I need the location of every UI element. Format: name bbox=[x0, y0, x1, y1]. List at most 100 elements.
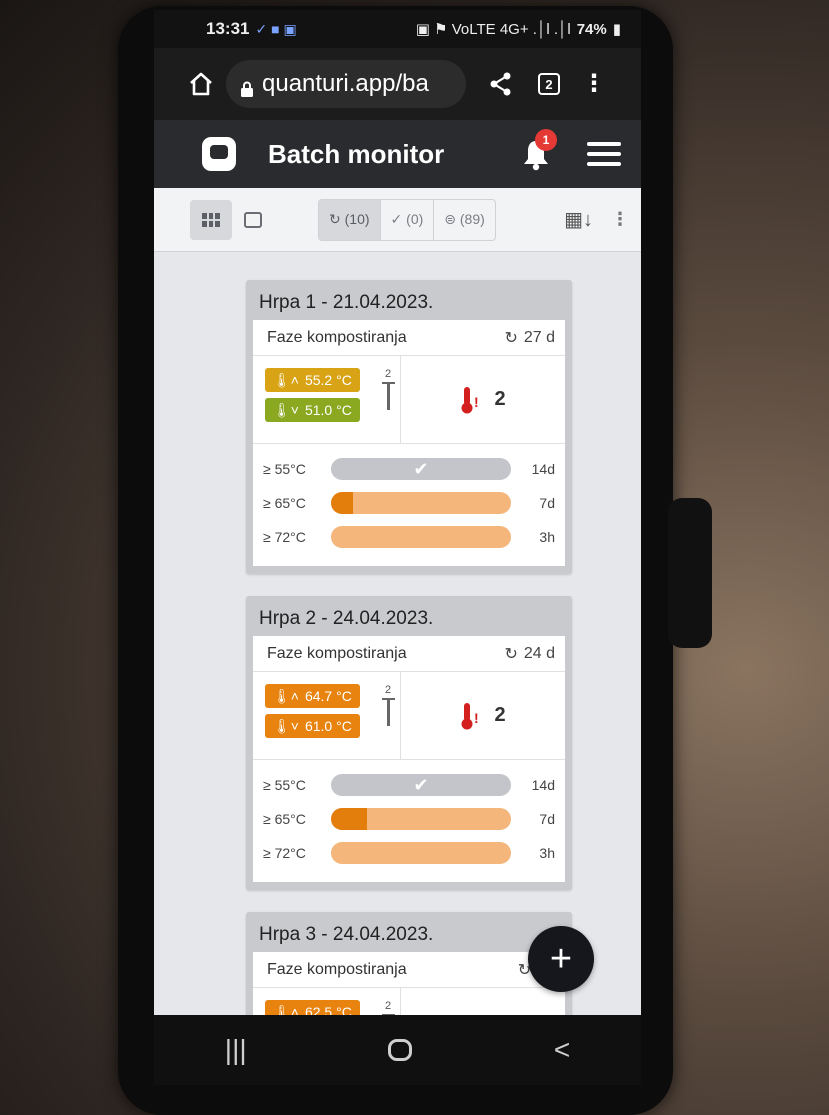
threshold-row: ≥ 65°C 7d bbox=[263, 486, 555, 520]
probe-icon bbox=[381, 382, 395, 410]
phase-days: ↻ 24 d bbox=[504, 644, 555, 664]
batch-card-body: Faze kompostiranja ↻ 27 d 🌡˄ 55.2 °C 🌡˅ 51.0 °… bbox=[253, 320, 565, 566]
threshold-label: ≥ 65°C bbox=[263, 495, 306, 511]
probe-indicator: 2 bbox=[381, 684, 395, 726]
map-view-button[interactable] bbox=[232, 200, 274, 240]
thermometer-down-icon: 🌡˅ bbox=[273, 401, 299, 418]
threshold-progress-bar: ✔ bbox=[331, 458, 511, 480]
threshold-progress-bar bbox=[331, 526, 511, 548]
grid-view-button[interactable] bbox=[190, 199, 232, 240]
temperature-badges: 🌡˄ 62.5 °C 2 bbox=[253, 988, 401, 1015]
threshold-duration: 7d bbox=[539, 495, 555, 511]
filter-completed[interactable]: ✓ (0) bbox=[381, 199, 435, 240]
calendar-sort-icon[interactable]: ▦↓ bbox=[564, 207, 593, 232]
threshold-progress-fill bbox=[331, 492, 353, 514]
svg-text:!: ! bbox=[474, 710, 479, 726]
temp-min-badge: 🌡˅ 61.0 °C bbox=[265, 714, 360, 738]
batch-card-body: Faze kompostiranja ↻ 24 d 🌡˄ 64.7 °C 🌡˅ 61.0 °… bbox=[253, 636, 565, 882]
status-time: 13:31 bbox=[206, 19, 250, 38]
threshold-list: ≥ 55°C ✔ 14d ≥ 65°C 7d ≥ 72°C 3h bbox=[253, 444, 565, 566]
tabs-count-button[interactable]: 2 bbox=[538, 73, 560, 95]
status-left-icons: ✓ ■ ▣ bbox=[255, 20, 297, 37]
toolbar-menu-icon[interactable]: ⋮ bbox=[611, 209, 629, 230]
share-icon[interactable] bbox=[488, 71, 514, 97]
phone-screen: 13:31 ✓ ■ ▣ ▣ ⚑ VoLTE 4G+ .│l .│l 74% ▮ … bbox=[154, 10, 641, 1015]
batch-title: Hrpa 1 - 21.04.2023. bbox=[259, 292, 434, 313]
check-icon: ✔ bbox=[413, 458, 429, 479]
phase-days-value: 24 d bbox=[523, 644, 555, 662]
check-icon: ✔ bbox=[413, 774, 429, 795]
map-icon bbox=[244, 211, 262, 228]
quanturi-logo-icon bbox=[202, 137, 236, 171]
temperature-alert-icon: ! bbox=[460, 701, 484, 731]
status-bar: 13:31 ✓ ■ ▣ ▣ ⚑ VoLTE 4G+ .│l .│l 74% ▮ bbox=[154, 10, 641, 48]
phase-label: Faze kompostiranja bbox=[267, 960, 407, 978]
url-bar[interactable]: quanturi.app/ba bbox=[226, 60, 466, 108]
batch-card[interactable]: Hrpa 3 - 24.04.2023. Faze kompostiranja↻2… bbox=[246, 912, 572, 1015]
temperature-row: 🌡˄ 62.5 °C 2 !1 bbox=[253, 988, 565, 1015]
batch-title: Hrpa 2 - 24.04.2023. bbox=[259, 608, 434, 629]
probe-count: 2 bbox=[384, 368, 392, 380]
threshold-list: ≥ 55°C ✔ 14d ≥ 65°C 7d ≥ 72°C 3h bbox=[253, 760, 565, 882]
status-filter-group: ↻ (10) ✓ (0) ⊜ (89) bbox=[318, 198, 496, 241]
threshold-row: ≥ 55°C ✔ 14d bbox=[263, 452, 555, 486]
view-toolbar: ↻ (10) ✓ (0) ⊜ (89) ▦↓ ⋮ bbox=[154, 188, 641, 252]
notification-bell-icon[interactable]: 1 bbox=[521, 129, 557, 171]
alert-indicator[interactable]: ! 2 bbox=[401, 356, 565, 443]
alert-indicator[interactable]: !1 bbox=[401, 988, 565, 1015]
add-batch-button[interactable]: + bbox=[528, 926, 594, 992]
phase-label: Faze kompostiranja bbox=[267, 328, 407, 346]
threshold-label: ≥ 55°C bbox=[263, 461, 306, 477]
url-text: quanturi.app/ba bbox=[262, 70, 429, 97]
temp-max-badge: 🌡˄ 64.7 °C bbox=[265, 684, 360, 708]
browser-menu-icon[interactable]: ⋮ bbox=[582, 72, 606, 96]
temp-max-badge: 🌡˄ 55.2 °C bbox=[265, 368, 360, 392]
temp-min-value: 61.0 °C bbox=[304, 718, 352, 734]
app-title: Batch monitor bbox=[268, 138, 445, 169]
alert-count: 2 bbox=[494, 704, 506, 726]
batch-card-body: Faze kompostiranja↻24 🌡˄ 62.5 °C 2 !1 bbox=[253, 952, 565, 1015]
probe-indicator: 2 bbox=[381, 1000, 395, 1015]
back-button[interactable]: < bbox=[554, 1034, 570, 1066]
cycle-icon: ↻ bbox=[504, 645, 518, 663]
probe-count: 2 bbox=[384, 1000, 392, 1012]
threshold-duration: 14d bbox=[531, 777, 555, 793]
nav-home-button[interactable] bbox=[388, 1039, 413, 1061]
battery-level: 74% bbox=[576, 20, 607, 38]
home-icon[interactable] bbox=[188, 71, 214, 97]
phase-row: Faze kompostiranja ↻ 27 d bbox=[253, 320, 565, 356]
threshold-duration: 3h bbox=[539, 529, 555, 545]
thermometer-up-icon: 🌡˄ bbox=[273, 1003, 299, 1016]
threshold-duration: 14d bbox=[531, 461, 555, 477]
temperature-row: 🌡˄ 55.2 °C 🌡˅ 51.0 °C 2! 2 bbox=[253, 356, 565, 444]
probe-count: 2 bbox=[384, 684, 392, 696]
threshold-label: ≥ 72°C bbox=[263, 845, 306, 861]
threshold-label: ≥ 72°C bbox=[263, 529, 306, 545]
threshold-row: ≥ 55°C ✔ 14d bbox=[263, 768, 555, 802]
alert-indicator[interactable]: ! 2 bbox=[401, 672, 565, 759]
recents-button[interactable]: ||| bbox=[225, 1034, 247, 1066]
thermometer-down-icon: 🌡˅ bbox=[273, 717, 299, 734]
android-nav-bar: ||| < bbox=[154, 1015, 641, 1085]
batch-list: Hrpa 1 - 21.04.2023. Faze kompostiranja ↻ 2… bbox=[154, 252, 641, 1015]
threshold-duration: 7d bbox=[539, 811, 555, 827]
threshold-row: ≥ 65°C 7d bbox=[263, 802, 555, 836]
filter-active[interactable]: ↻ (10) bbox=[319, 199, 381, 240]
batch-card[interactable]: Hrpa 2 - 24.04.2023. Faze kompostiranja ↻ 2… bbox=[246, 596, 572, 890]
notification-count-badge: 1 bbox=[535, 129, 557, 151]
status-right: ▣ ⚑ VoLTE 4G+ .│l .│l 74% ▮ bbox=[415, 20, 621, 39]
app-header: Batch monitor 1 bbox=[154, 120, 641, 188]
probe-icon bbox=[381, 698, 395, 726]
threshold-row: ≥ 72°C 3h bbox=[263, 836, 555, 870]
temp-max-badge: 🌡˄ 62.5 °C bbox=[265, 1000, 360, 1015]
temp-max-value: 62.5 °C bbox=[304, 1004, 352, 1015]
batch-card[interactable]: Hrpa 1 - 21.04.2023. Faze kompostiranja ↻ 2… bbox=[246, 280, 572, 574]
lock-icon bbox=[240, 76, 254, 97]
status-right-icons: ▣ ⚑ VoLTE 4G+ .│l .│l bbox=[415, 21, 571, 38]
phase-row: Faze kompostiranja↻24 bbox=[253, 952, 565, 988]
temp-max-value: 64.7 °C bbox=[304, 688, 352, 704]
hamburger-menu-icon[interactable] bbox=[587, 142, 621, 166]
probe-indicator: 2 bbox=[381, 368, 395, 410]
temperature-badges: 🌡˄ 55.2 °C 🌡˅ 51.0 °C 2 bbox=[253, 356, 401, 443]
filter-archived[interactable]: ⊜ (89) bbox=[434, 200, 495, 240]
